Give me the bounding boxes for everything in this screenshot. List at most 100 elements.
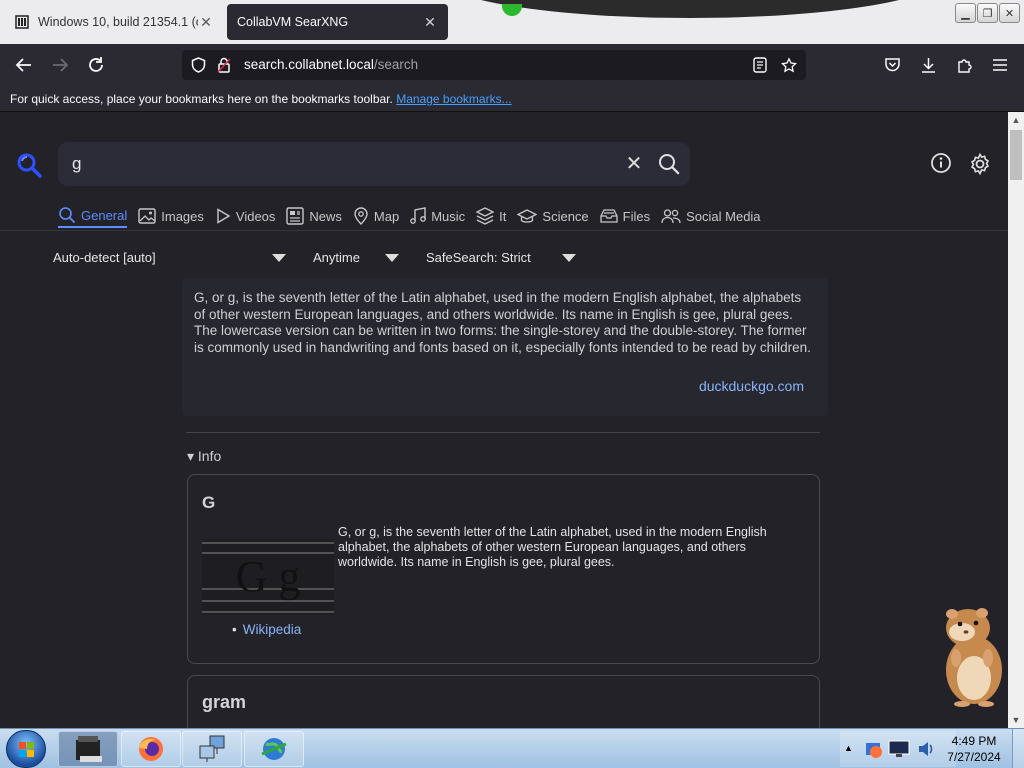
safesearch-select[interactable]: SafeSearch: Strict (426, 250, 531, 265)
info-summary-label: Info (197, 448, 222, 464)
taskbar-app-network[interactable] (182, 731, 242, 767)
infobox-title: G (202, 493, 216, 512)
bookmark-star-icon[interactable] (781, 56, 797, 73)
browser-tab-strip: Windows 10, build 21354.1 (co_ ✕ CollabV… (0, 0, 1024, 44)
wikipedia-link[interactable]: Wikipedia (243, 622, 302, 637)
search-input[interactable]: g (72, 154, 81, 174)
search-submit-icon[interactable] (658, 153, 680, 175)
tab-windows-10[interactable]: Windows 10, build 21354.1 (co_ ✕ (4, 4, 224, 40)
manage-bookmarks-link[interactable]: Manage bookmarks... (396, 92, 511, 106)
infobox-image-glyph: G g (236, 552, 301, 601)
infobox-text: G, or g, is the seventh letter of the La… (338, 525, 767, 569)
shield-icon[interactable] (190, 57, 206, 73)
library-icon (14, 14, 30, 30)
url-host: search.collabnet.local (244, 57, 374, 72)
info-circle-icon[interactable] (930, 152, 954, 176)
tray-app-icon[interactable] (864, 739, 884, 759)
tab-label: Files (622, 208, 651, 224)
newspaper-icon (286, 207, 305, 225)
tab-collabvm-searxng[interactable]: CollabVM SearXNG ✕ (227, 4, 448, 40)
download-icon[interactable] (916, 53, 940, 77)
tab-label: Science (542, 208, 589, 224)
tab-label: General (81, 207, 128, 223)
page-scrollbar[interactable]: ▲ ▼ (1008, 112, 1024, 728)
taskbar-app-server[interactable] (58, 731, 118, 767)
monitor-icon[interactable] (888, 739, 910, 759)
tab-music[interactable]: Music (410, 204, 465, 228)
answer-text: G, or g, is the seventh letter of the La… (194, 290, 811, 355)
tab-news[interactable]: News (286, 204, 342, 228)
scroll-down-arrow-icon[interactable]: ▼ (1008, 712, 1024, 728)
close-window-button[interactable]: ✕ (999, 3, 1020, 23)
info-toggle[interactable]: ▾ Info (187, 448, 221, 465)
minimize-button[interactable]: ▁ (955, 3, 976, 23)
desktop-decoration-accent (502, 4, 522, 16)
pocket-icon[interactable] (880, 53, 904, 77)
instant-answer: G, or g, is the seventh letter of the La… (182, 278, 828, 416)
gear-icon[interactable] (968, 152, 992, 176)
searxng-logo-icon[interactable] (16, 152, 42, 178)
taskbar-clock[interactable]: 4:49 PM 7/27/2024 (938, 733, 1010, 765)
reader-view-icon[interactable] (752, 57, 768, 73)
reload-icon[interactable] (84, 53, 108, 77)
people-icon (661, 209, 681, 224)
tab-social-media[interactable]: Social Media (661, 204, 761, 228)
scroll-up-arrow-icon[interactable]: ▲ (1008, 112, 1024, 128)
file-tray-icon (600, 209, 618, 223)
start-button[interactable] (6, 730, 46, 768)
search-box[interactable]: g ✕ (58, 142, 690, 186)
tab-videos[interactable]: Videos (215, 204, 276, 228)
tab-files[interactable]: Files (600, 204, 650, 228)
time-range-select[interactable]: Anytime (313, 250, 360, 265)
windows-logo-icon (19, 742, 34, 757)
tab-title: CollabVM SearXNG (237, 15, 349, 29)
search-icon (59, 207, 76, 224)
tab-label: Map (373, 208, 400, 224)
network-icon (199, 735, 225, 762)
chevron-down-icon[interactable] (385, 254, 399, 262)
url-text[interactable]: search.collabnet.local/search (244, 57, 418, 72)
clear-search-icon[interactable]: ✕ (624, 154, 644, 174)
tab-label: Videos (235, 208, 276, 224)
show-desktop-button[interactable] (1012, 729, 1024, 768)
volume-icon[interactable] (916, 739, 936, 759)
forward-arrow-icon[interactable] (48, 53, 72, 77)
taskbar-app-globe[interactable] (244, 731, 304, 767)
graduation-cap-icon (517, 209, 538, 223)
server-icon (76, 736, 102, 762)
chevron-down-icon[interactable] (272, 254, 286, 262)
close-tab-icon[interactable]: ✕ (198, 14, 214, 31)
image-icon (138, 208, 156, 224)
scrollbar-thumb[interactable] (1010, 130, 1022, 180)
clock-date: 7/27/2024 (947, 750, 1001, 764)
bookmarks-toolbar: For quick access, place your bookmarks h… (0, 86, 1024, 112)
tab-label: Images (161, 208, 204, 224)
tab-it[interactable]: It (476, 204, 506, 228)
divider (186, 432, 820, 433)
bookmarks-hint: For quick access, place your bookmarks h… (10, 92, 393, 106)
extensions-icon[interactable] (952, 53, 976, 77)
back-arrow-icon[interactable] (12, 53, 36, 77)
lock-icon[interactable] (216, 57, 232, 73)
play-icon (217, 208, 231, 224)
language-select[interactable]: Auto-detect [auto] (53, 250, 156, 265)
category-tabs: General Images Videos News Map Music It … (58, 204, 772, 230)
tab-general[interactable]: General (58, 204, 128, 228)
hamburger-menu-icon[interactable] (988, 53, 1012, 77)
show-hidden-icons-icon[interactable]: ▲ (844, 743, 853, 753)
tab-science[interactable]: Science (517, 204, 589, 228)
infobox-card: G G g G, or g, is the seventh letter of … (187, 474, 820, 664)
chevron-down-icon[interactable] (562, 254, 576, 262)
tab-map[interactable]: Map (353, 204, 399, 228)
firefox-icon (139, 737, 163, 761)
taskbar-app-firefox[interactable] (121, 731, 181, 767)
tab-images[interactable]: Images (138, 204, 204, 228)
globe-icon (261, 738, 287, 760)
close-tab-icon[interactable]: ✕ (422, 14, 438, 31)
url-path: /search (373, 57, 419, 72)
searxng-page: g ✕ General Images Videos News Map Music… (0, 112, 1008, 728)
map-pin-icon (354, 207, 368, 225)
answer-source-link[interactable]: duckduckgo.com (699, 378, 804, 394)
restore-button[interactable]: ❐ (977, 3, 998, 23)
address-bar[interactable]: search.collabnet.local/search (182, 50, 806, 80)
